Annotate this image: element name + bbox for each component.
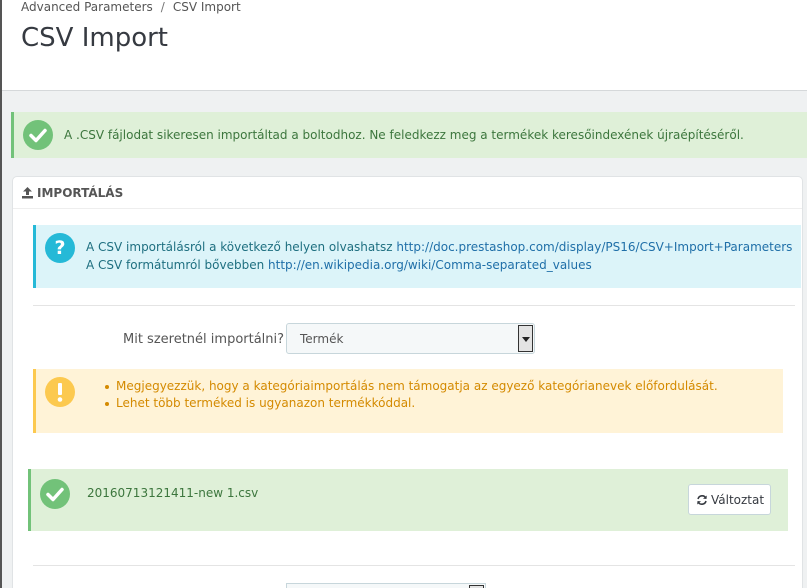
divider bbox=[33, 565, 795, 566]
breadcrumb: Advanced Parameters / CSV Import bbox=[21, 0, 241, 14]
warning-alert: Megjegyezzük, hogy a kategóriaimportálás… bbox=[33, 369, 783, 433]
question-circle-icon: ? bbox=[45, 233, 75, 263]
breadcrumb-current: CSV Import bbox=[172, 0, 241, 14]
info-line-2-text: A CSV formátumról bővebben bbox=[86, 258, 265, 272]
breadcrumb-parent[interactable]: Advanced Parameters bbox=[21, 0, 153, 14]
svg-text:?: ? bbox=[54, 237, 65, 259]
warning-list: Megjegyezzük, hogy a kategóriaimportálás… bbox=[105, 378, 718, 412]
chevron-down-icon[interactable] bbox=[518, 325, 533, 352]
uploaded-file-name: 20160713121411-new 1.csv bbox=[87, 486, 259, 500]
change-file-label: Változtat bbox=[711, 493, 765, 507]
page-header: Advanced Parameters / CSV Import CSV Impor… bbox=[2, 0, 807, 91]
panel-title: IMPORTÁLÁS bbox=[37, 186, 124, 200]
refresh-icon bbox=[697, 495, 707, 505]
next-select[interactable] bbox=[286, 583, 486, 588]
check-circle-icon bbox=[23, 120, 53, 150]
info-line-1: A CSV importálásról a következő helyen o… bbox=[86, 240, 792, 254]
page-title: CSV Import bbox=[21, 23, 168, 53]
info-alert: ? A CSV importálásról a következő helyen… bbox=[33, 225, 801, 288]
doc-link[interactable]: http://doc.prestashop.com/display/PS16/C… bbox=[396, 240, 792, 254]
import-type-label: Mit szeretnél importálni? bbox=[123, 332, 285, 347]
warning-item: Lehet több terméked is ugyanazon termékk… bbox=[105, 395, 718, 412]
change-file-button[interactable]: Változtat bbox=[688, 484, 771, 515]
divider bbox=[33, 305, 795, 306]
success-alert-text: A .CSV fájlodat sikeresen importáltad a … bbox=[64, 128, 744, 142]
uploaded-file-alert: 20160713121411-new 1.csv Változtat bbox=[28, 469, 788, 531]
import-panel: IMPORTÁLÁS ? A CSV importálásról a követ… bbox=[12, 176, 803, 588]
import-type-select[interactable]: Termék bbox=[286, 323, 535, 354]
exclamation-circle-icon bbox=[45, 377, 75, 407]
breadcrumb-separator: / bbox=[160, 0, 165, 14]
check-circle-icon bbox=[40, 479, 70, 509]
wikipedia-link[interactable]: http://en.wikipedia.org/wiki/Comma-separ… bbox=[268, 258, 592, 272]
panel-heading: IMPORTÁLÁS bbox=[13, 177, 802, 209]
warning-item: Megjegyezzük, hogy a kategóriaimportálás… bbox=[105, 379, 718, 393]
info-line-1-text: A CSV importálásról a következő helyen o… bbox=[86, 240, 393, 254]
upload-icon bbox=[22, 187, 33, 199]
import-type-value: Termék bbox=[300, 332, 344, 346]
info-line-2: A CSV formátumról bővebben http://en.wik… bbox=[86, 258, 592, 272]
success-alert: A .CSV fájlodat sikeresen importáltad a … bbox=[11, 112, 807, 158]
